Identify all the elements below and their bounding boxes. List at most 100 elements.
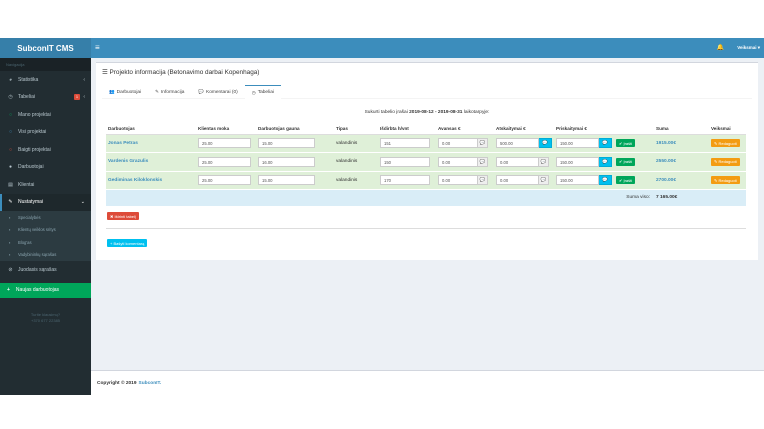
- sidebar-item-baigti-projektai[interactable]: ○ Baigti projektai: [0, 141, 91, 159]
- sidebar-item-label: Tabeliai: [18, 94, 35, 101]
- save-button[interactable]: ✔ Įrašti: [616, 139, 636, 148]
- employee-name[interactable]: Vardenis Grazulis: [106, 152, 196, 172]
- hours-input[interactable]: 151: [380, 138, 430, 149]
- additions-input[interactable]: 150.00: [556, 138, 599, 149]
- subitem-label: Klientų veiklos sritys: [18, 227, 56, 233]
- subitem-klientu-veiklos-sritys[interactable]: ▪ Klientų veiklos sritys: [0, 224, 91, 237]
- hours-input[interactable]: 170: [380, 175, 430, 186]
- sidebar-item-nustatymai[interactable]: ✎ Nustatymai ⌄: [0, 193, 91, 211]
- sidebar-item-label: Juodasis sąrašas: [18, 266, 57, 273]
- tab-label: Komentarai (0): [206, 89, 238, 95]
- save-label: Įrašti: [623, 177, 633, 183]
- comment-icon[interactable]: 💬: [539, 175, 549, 186]
- sidebar-item-juodasis-sarasas[interactable]: ⊘ Juodasis sąrašas: [0, 261, 91, 279]
- app-logo[interactable]: SubconIT CMS: [0, 38, 91, 58]
- deductions-input[interactable]: 0.00: [496, 156, 539, 167]
- ban-icon: ⊘: [8, 266, 13, 273]
- delete-timesheet-button[interactable]: ✖ Ištrinti tabelį: [107, 212, 139, 220]
- col-header: Veiksmai: [709, 123, 746, 135]
- notification-badge: 1: [74, 94, 80, 101]
- additions-input[interactable]: 150.00: [556, 156, 599, 167]
- new-employee-button[interactable]: + Naujas darbuotojas: [0, 282, 91, 298]
- comment-icon[interactable]: 💬: [599, 175, 612, 186]
- footer: Copyright © 2019 SubconIT.: [91, 370, 764, 395]
- comment-icon[interactable]: 💬: [478, 138, 488, 149]
- advance-input[interactable]: 0.00: [438, 156, 478, 167]
- col-header: Klientas moka: [196, 123, 256, 135]
- table-row: Jonas Petras 25.00 15.00 valandinis 151 …: [106, 134, 746, 153]
- client-pays-input[interactable]: 25.00: [198, 156, 251, 167]
- new-employee-label: Naujas darbuotojas: [15, 287, 60, 293]
- comment-icon[interactable]: 💬: [539, 156, 549, 167]
- chevron-left-icon: ‹: [83, 94, 85, 101]
- additions-input[interactable]: 150.00: [556, 175, 599, 186]
- save-button[interactable]: ✔ Įrašti: [616, 157, 636, 166]
- edit-button[interactable]: ✎ Redaguoti: [711, 176, 740, 185]
- cell-worker-gets: 15.00: [256, 171, 334, 190]
- deductions-input[interactable]: 0.00: [496, 175, 539, 186]
- table-header-row: Darbuotojas Klientas moka Darbuotojas ga…: [106, 123, 746, 135]
- employee-name[interactable]: Gediminas Kiloklonskis: [106, 171, 196, 190]
- comment-icon[interactable]: 💬: [539, 138, 552, 149]
- comment-icon[interactable]: 💬: [599, 138, 612, 149]
- cell-client-pays: 25.00: [196, 152, 256, 172]
- advance-input[interactable]: 0.00: [438, 138, 478, 149]
- tab-informacija[interactable]: ✎ Informacija: [148, 85, 191, 99]
- cell-additions: 150.00 💬: [554, 152, 614, 172]
- hours-input[interactable]: 150: [380, 156, 430, 167]
- circle-blue-icon: ○: [8, 129, 13, 136]
- footer-brand-link[interactable]: SubconIT.: [139, 381, 162, 386]
- actions-dropdown[interactable]: Veiksmai ▾: [737, 45, 760, 51]
- subitem-vadybininku-sarasas[interactable]: ▪ Vadybininkų sąrašas: [0, 249, 91, 262]
- circle-red-icon: ○: [8, 146, 13, 153]
- comment-icon[interactable]: 💬: [599, 156, 612, 167]
- comment-icon[interactable]: 💬: [478, 175, 488, 186]
- col-header: [614, 123, 654, 135]
- subitem-specialybes[interactable]: ▪ Specialybės: [0, 211, 91, 224]
- edit-button[interactable]: ✎ Redaguoti: [711, 139, 740, 148]
- tab-tabeliai[interactable]: ◷ Tabeliai: [244, 85, 281, 99]
- app-root: SubconIT CMS Navigacija ◕ Statistika ‹ ◷…: [0, 0, 764, 429]
- total-spacer: [106, 189, 614, 206]
- subitem-blogas[interactable]: ▪ Blog'as: [0, 236, 91, 249]
- cell-advance: 0.00 💬: [436, 134, 494, 153]
- comments-icon: 💬: [198, 89, 205, 94]
- sidebar-item-darbuotojai[interactable]: ● Darbuotojai: [0, 159, 91, 177]
- sidebar-item-mano-projektai[interactable]: ○ Mano projektai: [0, 106, 91, 124]
- client-pays-input[interactable]: 25.00: [198, 175, 251, 186]
- employee-name[interactable]: Jonas Petras: [106, 134, 196, 153]
- top-navbar: ≡ 🔔 Veiksmai ▾: [91, 38, 764, 58]
- col-header: Darbuotojas gauna: [256, 123, 334, 135]
- save-button[interactable]: ✔ Įrašti: [616, 176, 636, 185]
- advance-input[interactable]: 0.00: [438, 175, 478, 186]
- total-value: 7 165.00€: [654, 189, 709, 206]
- cell-deductions: 500.00 💬: [494, 134, 554, 153]
- contact-phone[interactable]: +370 677 22385: [0, 318, 91, 324]
- edit-button[interactable]: ✎ Redaguoti: [711, 157, 740, 166]
- bell-icon[interactable]: 🔔: [717, 44, 724, 51]
- worker-gets-input[interactable]: 16.00: [258, 156, 315, 167]
- cell-save: ✔ Įrašti: [614, 171, 654, 190]
- add-comment-button[interactable]: + Bašyti komentarą: [107, 239, 148, 247]
- divider: [106, 228, 746, 229]
- sidebar: SubconIT CMS Navigacija ◕ Statistika ‹ ◷…: [0, 38, 91, 396]
- tab-komentarai[interactable]: 💬 Komentarai (0): [191, 85, 244, 99]
- cell-advance: 0.00 💬: [436, 171, 494, 190]
- sidebar-item-tabeliai[interactable]: ◷ Tabeliai 1 ‹: [0, 89, 91, 107]
- cell-additions: 150.00 💬: [554, 171, 614, 190]
- client-pays-input[interactable]: 25.00: [198, 138, 251, 149]
- sidebar-item-klientai[interactable]: ▤ Klientai: [0, 176, 91, 194]
- worker-gets-input[interactable]: 15.00: [258, 175, 315, 186]
- comment-icon[interactable]: 💬: [478, 156, 488, 167]
- table-row: Gediminas Kiloklonskis 25.00 15.00 valan…: [106, 171, 746, 190]
- menu-toggle-icon[interactable]: ≡: [95, 43, 100, 53]
- tab-darbuotojai[interactable]: 👥 Darbuotojai: [102, 85, 148, 99]
- worker-gets-input[interactable]: 15.00: [258, 138, 315, 149]
- sidebar-item-visi-projektai[interactable]: ○ Visi projektai: [0, 124, 91, 142]
- cell-save: ✔ Įrašti: [614, 152, 654, 172]
- sidebar-item-label: Klientai: [18, 181, 35, 188]
- cell-deductions: 0.00 💬: [494, 171, 554, 190]
- deductions-input[interactable]: 500.00: [496, 138, 539, 149]
- page-margin-top: [0, 0, 764, 38]
- sidebar-item-statistika[interactable]: ◕ Statistika ‹: [0, 71, 91, 89]
